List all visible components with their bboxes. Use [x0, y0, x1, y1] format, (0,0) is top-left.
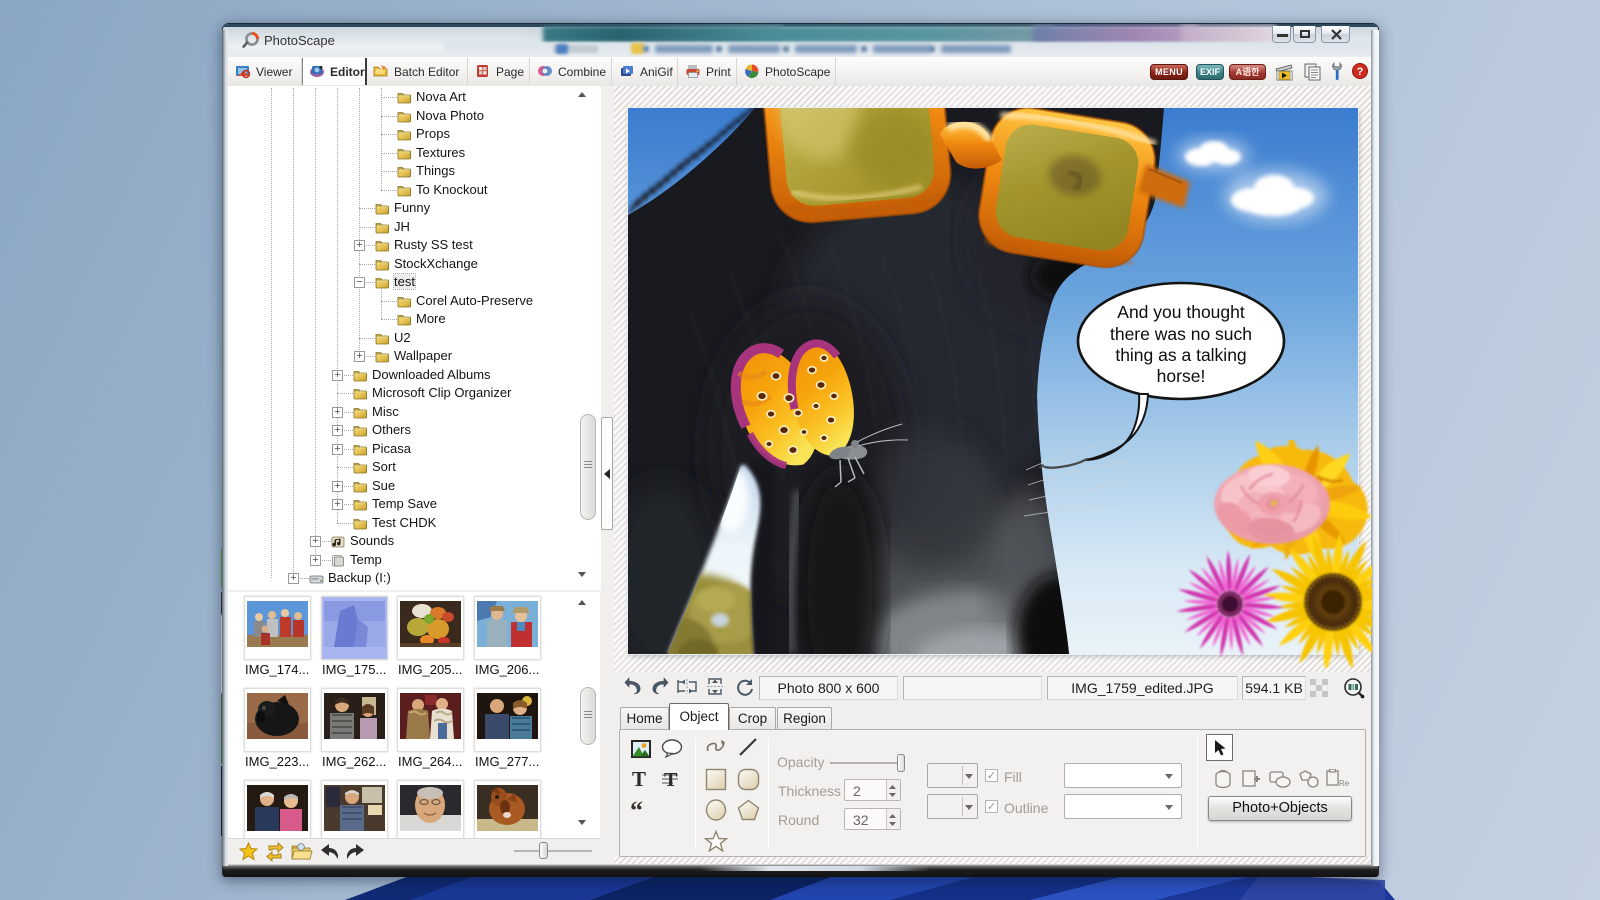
svg-text:?: ? [1357, 66, 1364, 78]
svg-text:horse!: horse! [1157, 366, 1206, 386]
svg-text:there was no such: there was no such [1110, 324, 1252, 344]
svg-text:T: T [664, 769, 678, 790]
svg-text:thing as a talking: thing as a talking [1115, 345, 1246, 365]
svg-text:Re: Re [1339, 779, 1350, 788]
svg-text:And you thought: And you thought [1117, 302, 1245, 322]
